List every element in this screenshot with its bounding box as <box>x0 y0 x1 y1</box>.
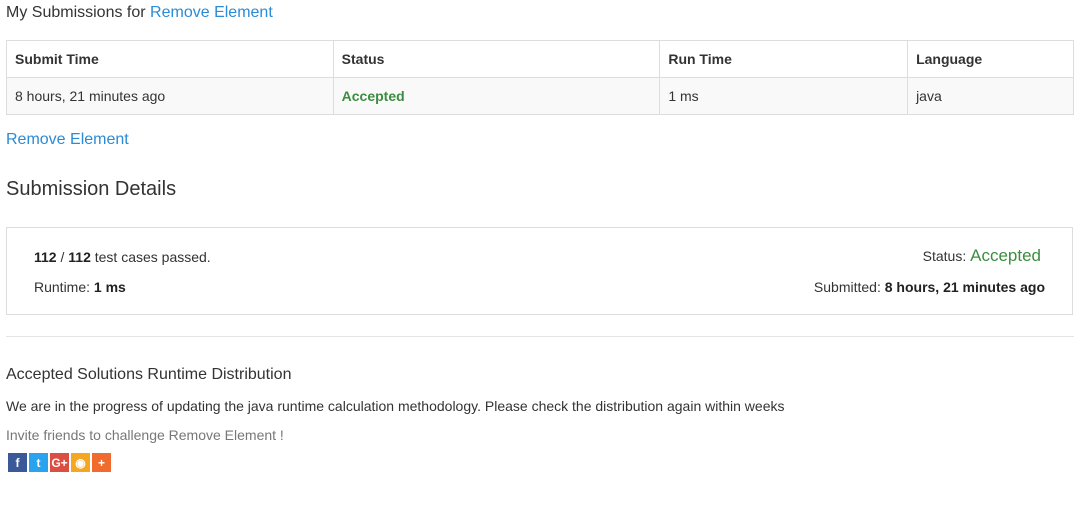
google-plus-icon[interactable]: G+ <box>50 453 69 472</box>
distribution-note: We are in the progress of updating the j… <box>6 398 785 414</box>
col-header-submit-time: Submit Time <box>6 40 334 78</box>
runtime-summary: Runtime: 1 ms <box>34 279 126 295</box>
submission-details-title: Submission Details <box>6 178 177 200</box>
submitted-summary: Submitted: 8 hours, 21 minutes ago <box>814 279 1045 295</box>
cell-run-time: 1 ms <box>659 77 909 115</box>
problem-title-link[interactable]: Remove Element <box>150 4 273 21</box>
col-header-status: Status <box>332 40 661 78</box>
invite-text: Invite friends to challenge Remove Eleme… <box>6 427 284 443</box>
cell-submit-time: 8 hours, 21 minutes ago <box>6 77 334 115</box>
submitted-label: Submitted: <box>813 279 881 295</box>
cell-status-accepted-link[interactable]: Accepted <box>332 77 661 115</box>
twitter-icon[interactable]: t <box>29 453 48 472</box>
runtime-value: 1 ms <box>93 279 126 295</box>
submitted-value: 8 hours, 21 minutes ago <box>884 279 1045 295</box>
status-summary: Status: Accepted <box>923 246 1041 266</box>
status-label: Status: <box>922 248 967 264</box>
problem-link[interactable]: Remove Element <box>6 131 129 149</box>
distribution-title: Accepted Solutions Runtime Distribution <box>6 366 292 383</box>
add-share-icon[interactable]: + <box>92 453 111 472</box>
facebook-icon[interactable]: f <box>8 453 27 472</box>
runtime-label: Runtime: <box>34 279 91 295</box>
submissions-table: Submit Time Status Run Time Language 8 h… <box>6 40 1074 115</box>
table-row: 8 hours, 21 minutes ago Accepted 1 ms ja… <box>6 77 1074 115</box>
passed-count: 112 <box>34 249 57 265</box>
total-count: 112 <box>68 249 91 265</box>
social-share-bar: f t G+ ◉ + <box>8 453 111 472</box>
test-cases-summary: 112 / 112 test cases passed. <box>34 249 211 265</box>
table-header-row: Submit Time Status Run Time Language <box>6 40 1074 78</box>
count-separator: / <box>60 249 65 265</box>
cell-language: java <box>907 77 1074 115</box>
page-heading: My Submissions for Remove Element <box>6 4 273 22</box>
submission-page: My Submissions for Remove Element Submit… <box>0 0 1087 506</box>
col-header-language: Language <box>907 40 1074 78</box>
submission-details-box: 112 / 112 test cases passed. Runtime: 1 … <box>6 227 1073 315</box>
section-divider <box>6 336 1074 337</box>
weibo-icon[interactable]: ◉ <box>71 453 90 472</box>
col-header-run-time: Run Time <box>659 40 909 78</box>
heading-prefix: My Submissions for <box>6 4 146 21</box>
test-cases-text: test cases passed. <box>94 249 211 265</box>
status-value: Accepted <box>970 246 1041 265</box>
